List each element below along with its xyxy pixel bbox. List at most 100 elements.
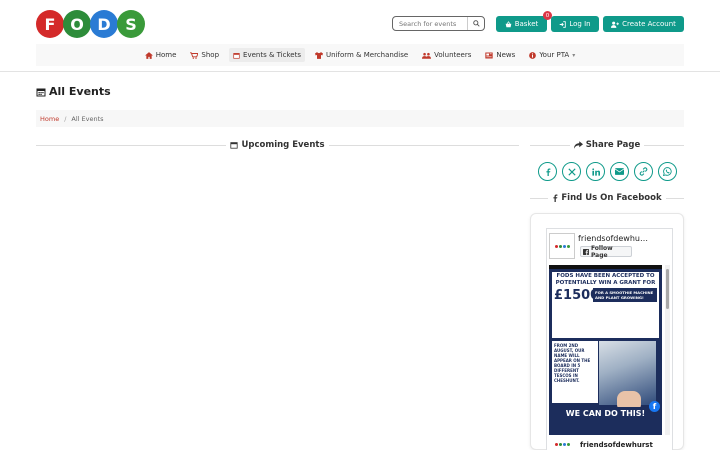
create-account-label: Create Account xyxy=(622,20,676,28)
nav-shop-label: Shop xyxy=(201,51,220,59)
facebook-icon xyxy=(553,194,558,202)
post-title: FODS HAVE BEEN ACCEPTED TO POTENTIALLY W… xyxy=(555,273,656,286)
facebook-page-embed[interactable]: friendsofdewhu… Follow Page FODS HAVE BE… xyxy=(546,228,673,450)
basket-count-badge: 0 xyxy=(543,11,552,20)
facebook-heading: Find Us On Facebook xyxy=(530,192,684,204)
nav-home[interactable]: Home xyxy=(141,48,181,62)
fb-post-image[interactable]: FODS HAVE BEEN ACCEPTED TO POTENTIALLY W… xyxy=(549,265,662,435)
avatar-dot xyxy=(566,442,570,446)
share-whatsapp-button[interactable] xyxy=(658,162,677,181)
calendar-icon xyxy=(233,52,240,59)
fb-page-avatar[interactable] xyxy=(549,233,575,259)
share-email-button[interactable] xyxy=(610,162,629,181)
heading-divider xyxy=(665,197,684,199)
upcoming-events-heading: Upcoming Events xyxy=(36,139,519,151)
nav-news[interactable]: News xyxy=(481,48,519,62)
upcoming-events-text: Upcoming Events xyxy=(241,140,325,150)
breadcrumb-current: All Events xyxy=(71,114,104,123)
share-page-text: Share Page xyxy=(585,140,641,150)
heading-divider xyxy=(328,144,519,146)
nav-volunteers[interactable]: Volunteers xyxy=(418,48,475,62)
facebook-icon xyxy=(545,167,550,176)
breadcrumb-separator: / xyxy=(64,114,67,123)
post-banner: WE CAN DO THIS! xyxy=(549,407,662,419)
avatar-dot xyxy=(554,442,558,446)
nav-home-label: Home xyxy=(155,51,177,59)
avatar-dot xyxy=(558,244,562,248)
basket-button[interactable]: Basket xyxy=(496,16,547,32)
nav-news-label: News xyxy=(496,51,516,59)
user-plus-icon xyxy=(611,21,620,28)
basket-label: Basket xyxy=(514,20,539,28)
logo-letter-f: F xyxy=(36,10,64,38)
share-link-button[interactable] xyxy=(634,162,653,181)
facebook-heading-label: Find Us On Facebook xyxy=(548,193,665,203)
fb-follow-label: Follow Page xyxy=(590,244,613,259)
search-input[interactable] xyxy=(393,17,467,30)
logo-letter-o: O xyxy=(63,10,91,38)
heading-divider xyxy=(36,144,227,146)
post-subtitle: FOR A SMOOTHIE MACHINE AND PLANT GROWING… xyxy=(593,288,657,302)
nav-events-label: Events & Tickets xyxy=(243,51,301,59)
breadcrumb-home-link[interactable]: Home xyxy=(40,115,59,123)
link-icon xyxy=(639,167,648,176)
logo-letter-d: D xyxy=(90,10,118,38)
create-account-button[interactable]: Create Account xyxy=(603,16,684,32)
nav-pta-label: Your PTA xyxy=(539,51,570,59)
nav-uniform-merchandise[interactable]: Uniform & Merchandise xyxy=(311,48,412,62)
fb-post-footer: friendsofdewhurst xyxy=(547,435,672,450)
fb-footer-page-name[interactable]: friendsofdewhurst xyxy=(580,441,653,449)
main-navigation: Home Shop Events & Tickets Uniform & Mer… xyxy=(36,44,684,66)
x-icon xyxy=(567,167,576,176)
logo-letter-s: S xyxy=(117,10,145,38)
share-linkedin-button[interactable] xyxy=(586,162,605,181)
newspaper-icon xyxy=(485,52,494,58)
nav-shop[interactable]: Shop xyxy=(186,48,223,62)
search-button[interactable] xyxy=(467,17,484,30)
whatsapp-icon xyxy=(663,167,672,176)
users-icon xyxy=(422,52,432,59)
nav-your-pta[interactable]: Your PTA ▾ xyxy=(525,48,579,62)
linkedin-icon xyxy=(591,167,600,176)
heading-divider xyxy=(530,197,549,199)
facebook-square-icon xyxy=(583,248,589,255)
calendar-icon xyxy=(36,88,46,96)
share-facebook-button[interactable] xyxy=(538,162,557,181)
share-x-button[interactable] xyxy=(562,162,581,181)
site-header: F O D S 0 Basket Log In Create Account H… xyxy=(0,0,720,72)
facebook-heading-text: Find Us On Facebook xyxy=(561,193,662,203)
calendar-icon xyxy=(230,142,239,149)
share-icon xyxy=(573,141,583,149)
nav-events-tickets[interactable]: Events & Tickets xyxy=(229,48,305,62)
facebook-logo-icon: f xyxy=(649,401,660,412)
heading-divider xyxy=(644,144,685,146)
search-icon xyxy=(472,20,480,27)
fb-follow-page-button[interactable]: Follow Page xyxy=(580,244,632,259)
post-photo xyxy=(599,341,656,409)
fb-footer-avatar[interactable] xyxy=(549,438,575,450)
fods-logo[interactable]: F O D S xyxy=(36,10,146,40)
login-label: Log In xyxy=(569,20,591,28)
avatar-dot xyxy=(566,244,570,248)
avatar-dot xyxy=(554,244,558,248)
nav-uniform-label: Uniform & Merchandise xyxy=(325,51,409,59)
page-title: All Events xyxy=(36,85,111,98)
avatar-dot xyxy=(562,442,566,446)
sign-in-icon xyxy=(560,20,567,28)
fb-page-name[interactable]: friendsofdewhu… xyxy=(578,234,672,243)
post-notes-text: FROM 2ND AUGUST, OUR NAME WILL APPEAR ON… xyxy=(554,343,591,383)
email-icon xyxy=(615,168,624,175)
scrollbar-thumb[interactable] xyxy=(666,269,669,309)
basket-icon xyxy=(505,20,511,27)
share-buttons xyxy=(538,162,677,181)
shirt-icon xyxy=(314,51,323,59)
login-button[interactable]: Log In xyxy=(551,16,599,32)
home-icon xyxy=(144,51,153,59)
event-search xyxy=(392,16,485,31)
share-page-label: Share Page xyxy=(570,140,644,150)
info-icon xyxy=(529,51,537,59)
avatar-dot xyxy=(558,442,562,446)
fb-embed-scrollbar[interactable] xyxy=(665,265,670,435)
page-title-text: All Events xyxy=(49,85,111,98)
post-notes: FROM 2ND AUGUST, OUR NAME WILL APPEAR ON… xyxy=(552,341,598,403)
